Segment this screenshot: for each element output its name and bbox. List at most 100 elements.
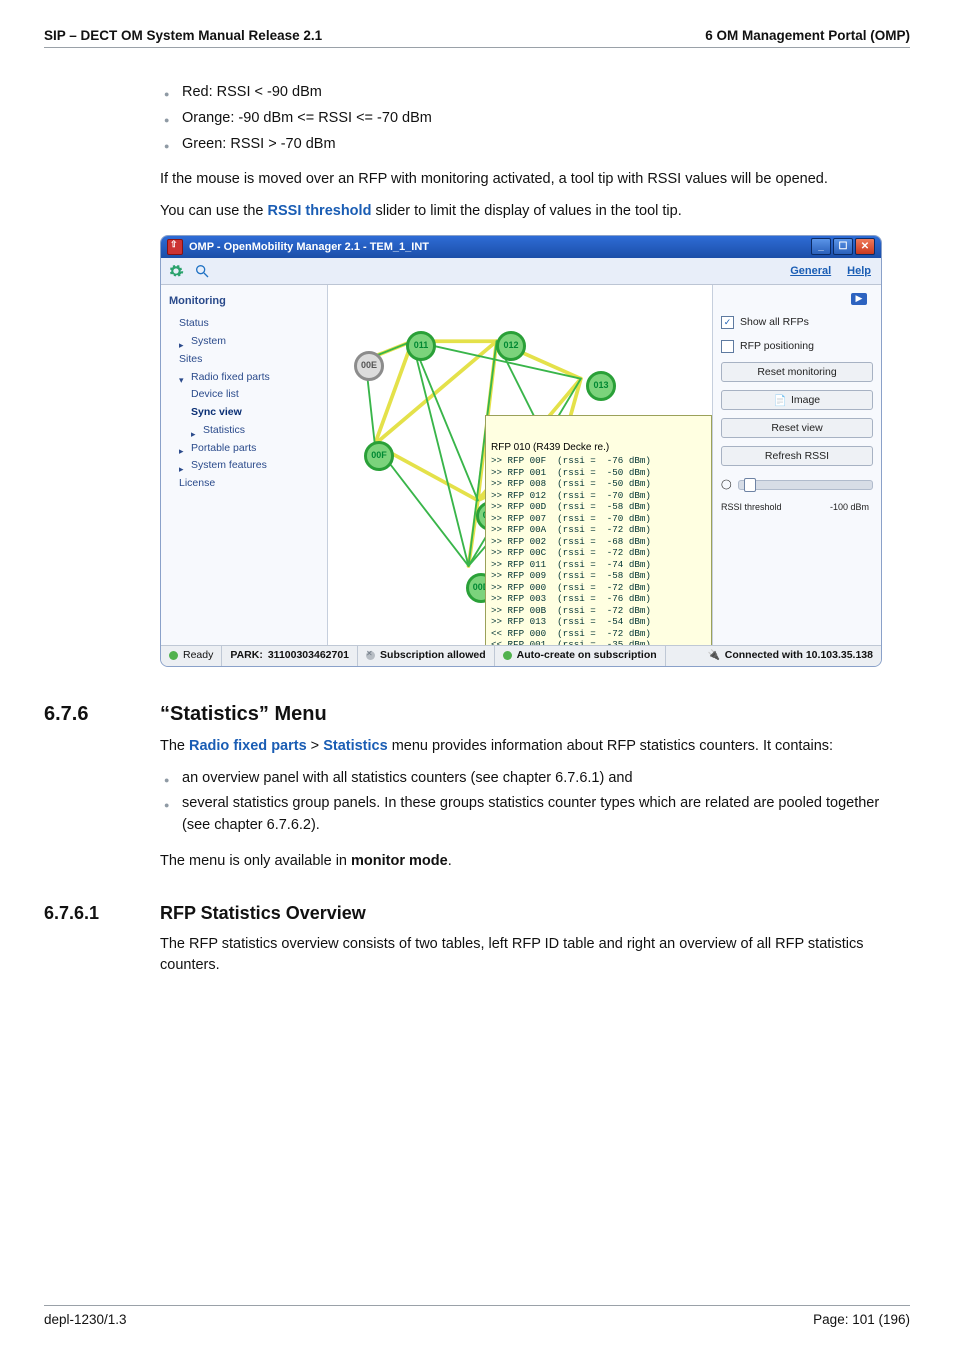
refresh-rssi-button[interactable]: Refresh RSSI xyxy=(721,446,873,466)
tree-system-features[interactable]: System features xyxy=(165,457,323,475)
status-park: PARK: 31100303462701 xyxy=(222,646,358,666)
slider-label: RSSI threshold xyxy=(721,501,782,515)
paragraph: You can use the RSSI threshold slider to… xyxy=(160,201,910,223)
slider-value: -100 dBm xyxy=(830,501,869,515)
header-left: SIP – DECT OM System Manual Release 2.1 xyxy=(44,28,322,43)
label: Show all RFPs xyxy=(740,315,809,331)
subsection-number: 6.7.6.1 xyxy=(44,903,140,924)
reset-monitoring-button[interactable]: Reset monitoring xyxy=(721,362,873,382)
tree-status[interactable]: Status xyxy=(165,315,323,333)
text: . xyxy=(448,853,452,869)
panel-collapse-button[interactable]: ▶ xyxy=(851,293,867,305)
disabled-icon xyxy=(366,651,375,660)
checkbox-icon: ✓ xyxy=(721,316,734,329)
text: You can use the xyxy=(160,203,268,219)
minimize-button[interactable]: _ xyxy=(811,238,831,255)
show-all-rfps-checkbox[interactable]: ✓ Show all RFPs xyxy=(721,315,873,331)
rssi-tooltip: RFP 010 (R439 Decke re.)>> RFP 00F (rssi… xyxy=(485,415,712,645)
app-icon xyxy=(167,239,183,255)
tree-portable-parts[interactable]: Portable parts xyxy=(165,440,323,458)
rssi-threshold-slider[interactable]: ◯ xyxy=(721,478,873,492)
chevron-right-icon xyxy=(179,338,187,346)
label: RFP positioning xyxy=(740,339,814,355)
tree-rfp[interactable]: Radio fixed parts xyxy=(165,369,323,387)
text: The menu is only available in xyxy=(160,853,351,869)
menu-help[interactable]: Help xyxy=(843,263,875,280)
maximize-button[interactable]: ☐ xyxy=(833,238,853,255)
search-icon[interactable] xyxy=(193,262,211,280)
gear-icon[interactable] xyxy=(167,262,185,280)
text: > xyxy=(307,738,324,754)
status-bar: Ready PARK: 31100303462701 Subscription … xyxy=(161,645,881,666)
page-footer: depl-1230/1.3 Page: 101 (196) xyxy=(44,1305,910,1327)
rfp-node-013[interactable]: 013 xyxy=(586,371,616,401)
tree-sites[interactable]: Sites xyxy=(165,351,323,369)
text: The xyxy=(160,738,189,754)
rfp-node-012[interactable]: 012 xyxy=(496,331,526,361)
footer-right: Page: 101 (196) xyxy=(813,1312,910,1327)
chevron-right-icon xyxy=(191,427,199,435)
subsection-title: RFP Statistics Overview xyxy=(160,903,366,924)
status-connected: Connected with 10.103.35.138 xyxy=(702,646,881,666)
statistics-contents-list: an overview panel with all statistics co… xyxy=(160,768,910,837)
chevron-right-icon xyxy=(179,462,187,470)
toolbar: General Help xyxy=(161,258,881,285)
app-window: OMP - OpenMobility Manager 2.1 - TEM_1_I… xyxy=(160,235,882,667)
text: menu provides information about RFP stat… xyxy=(388,738,833,754)
menu-general[interactable]: General xyxy=(786,263,835,280)
checkbox-icon xyxy=(721,340,734,353)
close-button[interactable]: ✕ xyxy=(855,238,875,255)
text: slider to limit the display of values in… xyxy=(371,203,681,219)
sidebar-tree: Monitoring Status System Sites Radio fix… xyxy=(161,285,328,645)
window-titlebar[interactable]: OMP - OpenMobility Manager 2.1 - TEM_1_I… xyxy=(161,236,881,258)
tree-device-list[interactable]: Device list xyxy=(165,386,323,404)
ok-icon xyxy=(169,651,178,660)
text: monitor mode xyxy=(351,853,448,869)
options-panel: ▶ ✓ Show all RFPs RFP positioning Reset … xyxy=(712,285,881,645)
image-button[interactable]: 📄Image xyxy=(721,390,873,410)
paragraph: If the mouse is moved over an RFP with m… xyxy=(160,169,910,191)
section-title: “Statistics” Menu xyxy=(160,703,327,726)
tree-license[interactable]: License xyxy=(165,475,323,493)
ok-icon xyxy=(503,651,512,660)
list-item: Red: RSSI < -90 dBm xyxy=(160,82,910,104)
rfp-node-00E[interactable]: 00E xyxy=(354,351,384,381)
status-auto-create: Auto-create on subscription xyxy=(495,646,666,666)
section-number: 6.7.6 xyxy=(44,703,140,726)
paragraph: The menu is only available in monitor mo… xyxy=(160,851,910,873)
plug-icon xyxy=(710,651,720,661)
window-title: OMP - OpenMobility Manager 2.1 - TEM_1_I… xyxy=(189,239,811,256)
tree-root[interactable]: Monitoring xyxy=(165,291,323,316)
list-item: several statistics group panels. In thes… xyxy=(160,793,910,837)
slider-thumb[interactable] xyxy=(744,478,756,492)
tree-statistics[interactable]: Statistics xyxy=(165,422,323,440)
sync-view-canvas[interactable]: 00E 011 012 013 00F 00C 010 00D RFP 010 … xyxy=(328,285,712,645)
list-item: Orange: -90 dBm <= RSSI <= -70 dBm xyxy=(160,108,910,130)
list-item: Green: RSSI > -70 dBm xyxy=(160,134,910,156)
status-ready: Ready xyxy=(161,646,222,666)
reset-view-button[interactable]: Reset view xyxy=(721,418,873,438)
running-header: SIP – DECT OM System Manual Release 2.1 … xyxy=(44,28,910,48)
rfp-positioning-checkbox[interactable]: RFP positioning xyxy=(721,339,873,355)
rfp-link[interactable]: Radio fixed parts xyxy=(189,738,307,754)
tooltip-header: RFP 010 (R439 Decke re.) xyxy=(491,442,706,455)
header-right: 6 OM Management Portal (OMP) xyxy=(705,28,910,43)
tooltip-lines: >> RFP 00F (rssi = -76 dBm) >> RFP 001 (… xyxy=(491,455,651,645)
paragraph: The Radio fixed parts > Statistics menu … xyxy=(160,736,910,758)
rssi-threshold-link[interactable]: RSSI threshold xyxy=(268,203,372,219)
chevron-down-icon xyxy=(179,373,187,381)
footer-left: depl-1230/1.3 xyxy=(44,1312,127,1327)
status-sub-allowed: Subscription allowed xyxy=(358,646,495,666)
slider-knob-icon: ◯ xyxy=(721,478,732,492)
rfp-node-011[interactable]: 011 xyxy=(406,331,436,361)
list-item: an overview panel with all statistics co… xyxy=(160,768,910,790)
rssi-color-list: Red: RSSI < -90 dBm Orange: -90 dBm <= R… xyxy=(160,82,910,155)
tree-system[interactable]: System xyxy=(165,333,323,351)
tree-sync-view[interactable]: Sync view xyxy=(165,404,323,422)
paragraph: The RFP statistics overview consists of … xyxy=(160,934,910,978)
rfp-node-00F[interactable]: 00F xyxy=(364,441,394,471)
label: Image xyxy=(791,394,820,406)
statistics-link[interactable]: Statistics xyxy=(323,738,387,754)
chevron-right-icon xyxy=(179,444,187,452)
omp-screenshot: OMP - OpenMobility Manager 2.1 - TEM_1_I… xyxy=(160,235,910,667)
